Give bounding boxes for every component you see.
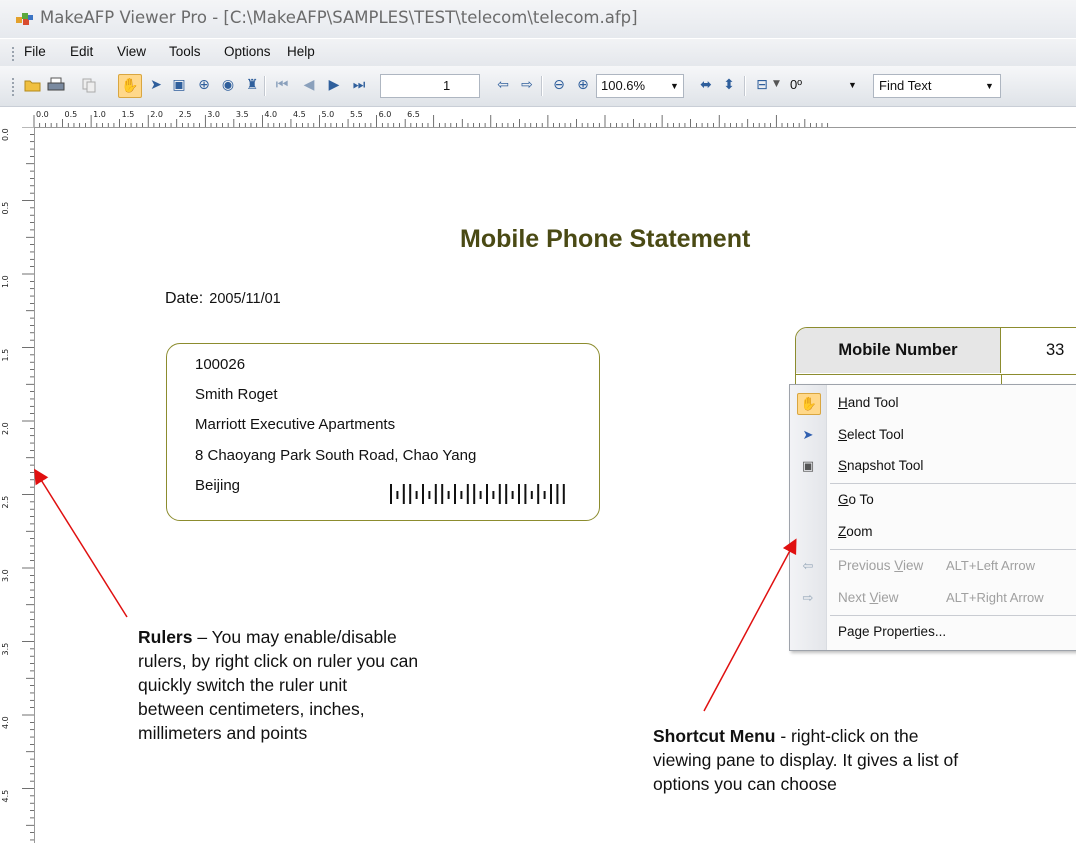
shortcut-menu-annotation: Shortcut Menu - right-click on the viewi… — [653, 726, 959, 794]
shortcut-arrow — [703, 538, 797, 712]
rulers-arrow — [34, 468, 128, 618]
rulers-annotation: Rulers – You may enable/disable rulers, … — [138, 627, 419, 743]
